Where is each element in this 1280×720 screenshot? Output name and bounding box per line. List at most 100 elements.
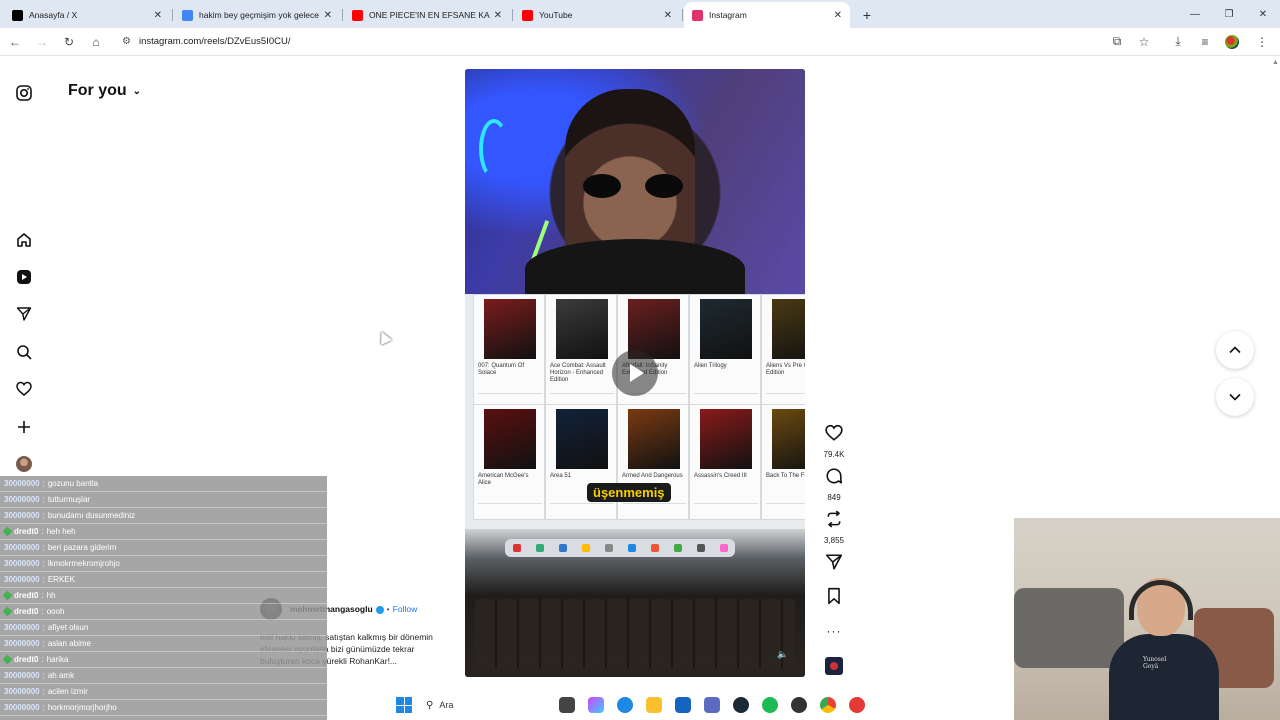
volume-icon[interactable]: 🔈 — [777, 649, 788, 660]
chat-text: horkmorjmorjhorjho — [47, 703, 117, 712]
keyboard — [475, 599, 795, 669]
next-reel-button[interactable] — [1216, 378, 1254, 416]
game-title: Armed And Dangerous — [622, 473, 683, 479]
game-title: American McGee's Alice — [478, 473, 529, 486]
game-cover — [700, 299, 752, 359]
windows-taskbar: ⚲ Ara — [390, 690, 910, 720]
browser-tab[interactable]: YouTube ✕ — [514, 2, 683, 28]
outlook-icon[interactable] — [675, 697, 691, 713]
profile-avatar-icon[interactable] — [14, 454, 34, 474]
site-info-icon[interactable]: ⚙ — [122, 36, 131, 47]
new-tab-button[interactable]: + — [854, 2, 880, 28]
audio-thumbnail[interactable] — [825, 657, 843, 675]
messages-icon[interactable] — [14, 304, 34, 324]
google-icon — [182, 9, 193, 21]
close-tab-icon[interactable]: ✕ — [664, 10, 672, 21]
game-meta — [766, 503, 805, 511]
chat-username: 30000000 — [4, 687, 40, 696]
follow-button[interactable]: Follow — [393, 604, 418, 614]
create-plus-icon[interactable] — [14, 417, 34, 437]
streamer-shirt: Yunosel Goyä — [1109, 634, 1219, 720]
previous-reel-button[interactable] — [1216, 331, 1254, 369]
feed-selector[interactable]: For you ⌄ — [68, 82, 141, 100]
forward-icon[interactable]: → — [30, 30, 54, 54]
page-scrollbar[interactable]: ▲ — [1270, 57, 1280, 720]
game-cover — [700, 409, 752, 469]
browser-tab[interactable]: hakim bey geçmişim yok gelece ✕ — [174, 2, 343, 28]
chat-username: 30000000 — [4, 703, 40, 712]
chrome-icon[interactable] — [820, 697, 836, 713]
like-count: 79.4K — [823, 450, 845, 459]
tab-title: Instagram — [709, 10, 747, 20]
home-icon[interactable]: ⌂ — [84, 30, 108, 54]
chat-separator: : — [42, 671, 45, 680]
spotify-icon[interactable] — [762, 697, 778, 713]
task-view-icon[interactable] — [559, 697, 575, 713]
close-tab-icon[interactable]: ✕ — [154, 10, 162, 21]
chat-message: 30000000: ah amk — [0, 668, 327, 684]
close-window-icon[interactable]: ✕ — [1246, 0, 1280, 28]
repost-action[interactable]: 3,855 — [820, 510, 848, 545]
chat-text: bunudamı dusunmediniz — [47, 511, 135, 520]
video-caption: üşenmemiş — [587, 483, 671, 502]
close-tab-icon[interactable]: ✕ — [834, 10, 842, 21]
save-action[interactable] — [820, 587, 848, 610]
game-title: Aliens Vs Pre Gold Edition — [766, 363, 805, 376]
chat-username: 30000000 — [4, 639, 40, 648]
more-dots-icon: ··· — [826, 624, 842, 638]
teams-icon[interactable] — [704, 697, 720, 713]
play-button[interactable] — [612, 350, 658, 396]
windows-start-icon[interactable] — [396, 697, 412, 713]
browser-tab[interactable]: Anasayfa / X ✕ — [4, 2, 173, 28]
x-logo-icon — [12, 9, 23, 21]
bookmark-icon — [828, 587, 840, 605]
edge-icon[interactable] — [617, 697, 633, 713]
person-shirt — [525, 239, 745, 299]
comment-action[interactable]: 849 — [820, 467, 848, 502]
media-controls-icon[interactable]: ≡ — [1193, 30, 1217, 54]
chat-username: 30000000 — [4, 671, 40, 680]
copilot-icon[interactable] — [588, 697, 604, 713]
steam-icon[interactable] — [733, 697, 749, 713]
instagram-logo-icon[interactable] — [14, 83, 34, 103]
share-icon — [825, 554, 843, 570]
gem-badge-icon — [2, 606, 13, 617]
app-icon[interactable] — [791, 697, 807, 713]
browser-tab[interactable]: Instagram ✕ — [684, 2, 850, 28]
install-app-icon[interactable]: ⧉ — [1105, 30, 1129, 54]
chat-separator: : — [42, 703, 45, 712]
reload-icon[interactable]: ↻ — [57, 30, 81, 54]
game-card: Area 51 — [545, 404, 617, 520]
notifications-heart-icon[interactable] — [14, 379, 34, 399]
chat-text: acilen izmir — [47, 687, 88, 696]
back-icon[interactable]: ← — [3, 30, 27, 54]
taskbar-search[interactable]: ⚲ Ara — [426, 694, 546, 716]
browser-tab[interactable]: ONE PIECE'IN EN EFSANE KARA ✕ — [344, 2, 513, 28]
chat-separator: : — [42, 511, 45, 520]
opera-icon[interactable] — [849, 697, 865, 713]
bookmark-star-icon[interactable]: ☆ — [1132, 30, 1156, 54]
game-cover — [484, 299, 536, 359]
like-action[interactable]: 79.4K — [820, 424, 848, 459]
chat-username: 30000000 — [4, 543, 40, 552]
address-text[interactable]: instagram.com/reels/DZvEus5I0CU/ — [139, 36, 291, 47]
taskbar-search-text: Ara — [439, 700, 454, 710]
close-tab-icon[interactable]: ✕ — [324, 10, 332, 21]
address-bar[interactable]: ⚙ instagram.com/reels/DZvEus5I0CU/ — [114, 31, 1102, 53]
menu-kebab-icon[interactable]: ⋮ — [1250, 30, 1274, 54]
reel-video[interactable]: 007: Quantum Of Solace Ace Combat: Assaul… — [465, 69, 805, 677]
home-nav-icon[interactable] — [14, 230, 34, 250]
close-tab-icon[interactable]: ✕ — [494, 10, 502, 21]
restore-icon[interactable]: ❐ — [1212, 0, 1246, 28]
scroll-up-icon[interactable]: ▲ — [1272, 59, 1279, 66]
downloads-icon[interactable]: ⤓ — [1166, 30, 1190, 54]
tab-divider — [172, 9, 173, 21]
chat-text: lkmokrmekromjrohjo — [47, 559, 120, 568]
file-explorer-icon[interactable] — [646, 697, 662, 713]
profile-avatar[interactable] — [1225, 34, 1239, 49]
more-options[interactable]: ··· — [820, 622, 848, 640]
share-action[interactable] — [820, 553, 848, 576]
search-icon[interactable] — [14, 342, 34, 362]
reels-icon[interactable] — [14, 267, 34, 287]
minimize-icon[interactable]: — — [1178, 0, 1212, 28]
